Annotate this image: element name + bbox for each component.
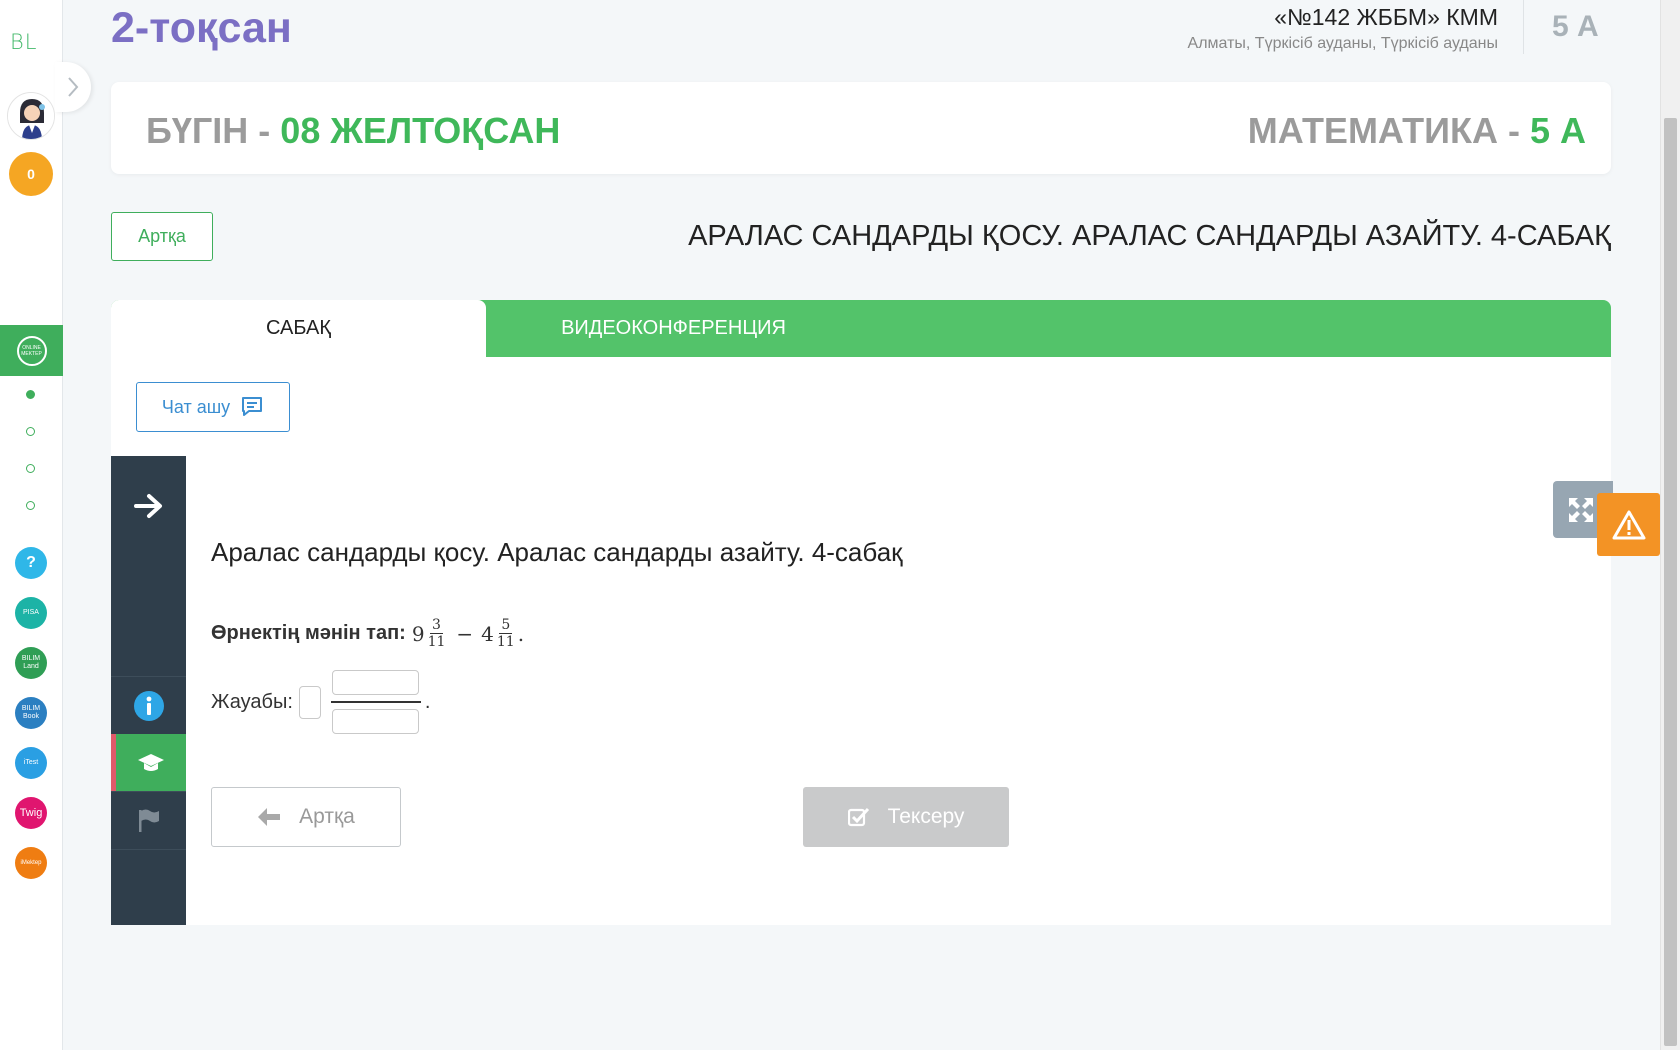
help-icon[interactable]: ?	[15, 547, 47, 579]
online-mektep-icon: ONLINE MEKTEP	[16, 335, 47, 366]
rail-dot-4[interactable]	[26, 501, 35, 510]
today-date: 08 ЖЕЛТОҚСАН	[280, 110, 561, 151]
answer-label: Жауабы:	[211, 690, 293, 713]
pisa-icon[interactable]: PISA	[15, 597, 47, 629]
rail-toggle-button[interactable]	[55, 62, 91, 112]
first-fraction: 3 11	[428, 617, 446, 650]
second-fraction: 5 11	[497, 617, 515, 650]
school-info: «№142 ЖББМ» КММ Алматы, Түркісіб ауданы,…	[1188, 4, 1498, 53]
task-back-button[interactable]: Артқа	[211, 787, 401, 847]
page-scrollbar[interactable]	[1660, 0, 1680, 1050]
imektep-icon[interactable]: iMektep	[15, 847, 47, 879]
chevron-right-icon	[68, 77, 79, 97]
app-logo[interactable]: BL	[10, 30, 52, 56]
points-badge[interactable]: 0	[9, 152, 53, 196]
arrow-right-icon	[133, 494, 162, 518]
chat-icon	[242, 397, 263, 416]
quarter-title: 2-тоқсан	[111, 4, 292, 52]
itest-icon[interactable]: iTest	[15, 747, 47, 779]
bilimland-icon[interactable]: BILIM Land	[15, 647, 47, 679]
rail-item-online-mektep[interactable]: ONLINE MEKTEP	[0, 325, 63, 376]
first-whole: 9	[411, 621, 425, 646]
answer-whole-input[interactable]	[298, 685, 321, 719]
info-icon	[133, 690, 164, 721]
math-expression: 9 3 11 − 4 5 11 .	[412, 617, 524, 650]
lesson-title: АРАЛАС САНДАРДЫ ҚОСУ. АРАЛАС САНДАРДЫ АЗ…	[688, 220, 1611, 252]
lesson-tabs: САБАҚ ВИДЕОКОНФЕРЕНЦИЯ	[111, 300, 1611, 357]
second-whole: 4	[481, 621, 494, 646]
subject-class: 5 А	[1529, 110, 1586, 151]
header-divider	[1523, 0, 1524, 54]
subject-heading: МАТЕМАТИКА - 5 А	[1248, 110, 1586, 152]
first-denominator: 11	[427, 634, 446, 650]
school-address: Алматы, Түркісіб ауданы, Түркісіб ауданы	[1187, 35, 1498, 52]
flag-icon	[138, 809, 159, 832]
answer-row: Жауабы: .	[211, 670, 430, 734]
rail-dot-1[interactable]	[26, 390, 35, 399]
scrollbar-thumb[interactable]	[1664, 118, 1677, 1046]
school-name: «№142 ЖББМ» КММ	[1274, 4, 1498, 30]
fraction-bar	[330, 701, 421, 703]
arrow-left-icon	[258, 808, 281, 826]
first-numerator: 3	[430, 617, 443, 634]
check-button[interactable]: Тексеру	[803, 787, 1009, 847]
tab-lesson[interactable]: САБАҚ	[111, 300, 486, 357]
answer-end: .	[424, 690, 431, 713]
report-problem-button[interactable]	[1597, 493, 1660, 556]
class-label: 5 А	[1552, 10, 1599, 43]
bilimbook-icon[interactable]: BILIM Book	[15, 697, 47, 729]
checkbox-icon	[847, 807, 869, 827]
second-numerator: 5	[499, 617, 513, 634]
expression-end: .	[517, 621, 525, 646]
left-rail: BL 0 ONLINE MEKTEP ? PISA BILIM Land BILI…	[0, 0, 63, 1050]
task-title: Аралас сандарды қосу. Аралас сандарды аз…	[211, 537, 903, 567]
tab-videoconference[interactable]: ВИДЕОКОНФЕРЕНЦИЯ	[486, 300, 861, 357]
task-question: Өрнектің мәнін тап: 9 3 11 − 4 5 11 .	[211, 617, 524, 650]
rail-dot-3[interactable]	[26, 464, 35, 473]
avatar[interactable]	[7, 92, 55, 140]
rail-dot-2[interactable]	[26, 427, 35, 436]
answer-denominator-input[interactable]	[332, 709, 420, 734]
open-chat-button[interactable]: Чат ашу	[136, 382, 290, 432]
next-arrow-button[interactable]	[111, 456, 186, 556]
back-button[interactable]: Артқа	[111, 212, 213, 261]
date-card: БҮГІН - 08 ЖЕЛТОҚСАН МАТЕМАТИКА - 5 А	[111, 82, 1611, 174]
minus-operator: −	[456, 621, 474, 646]
info-button[interactable]	[111, 677, 186, 734]
expand-icon	[1569, 497, 1593, 522]
answer-fraction	[330, 670, 421, 734]
check-label: Тексеру	[887, 805, 965, 828]
today-label: БҮГІН -	[146, 110, 281, 151]
task-back-label: Артқа	[299, 805, 355, 828]
task-side-nav	[111, 456, 186, 925]
lesson-task-button[interactable]	[111, 734, 186, 791]
twig-icon[interactable]: Twig	[15, 797, 47, 829]
nav-separator	[111, 849, 186, 850]
question-label: Өрнектің мәнін тап:	[211, 622, 406, 644]
today-heading: БҮГІН - 08 ЖЕЛТОҚСАН	[146, 110, 560, 152]
lesson-panel: Чат ашу Аралас сандарды қосу. Аралас сан…	[111, 357, 1611, 925]
second-denominator: 11	[496, 634, 515, 650]
answer-numerator-input[interactable]	[332, 670, 420, 695]
open-chat-label: Чат ашу	[161, 396, 231, 417]
graduation-cap-icon	[138, 753, 164, 771]
subject-label: МАТЕМАТИКА -	[1247, 110, 1530, 151]
warning-icon	[1612, 510, 1645, 539]
flag-button[interactable]	[111, 792, 186, 849]
